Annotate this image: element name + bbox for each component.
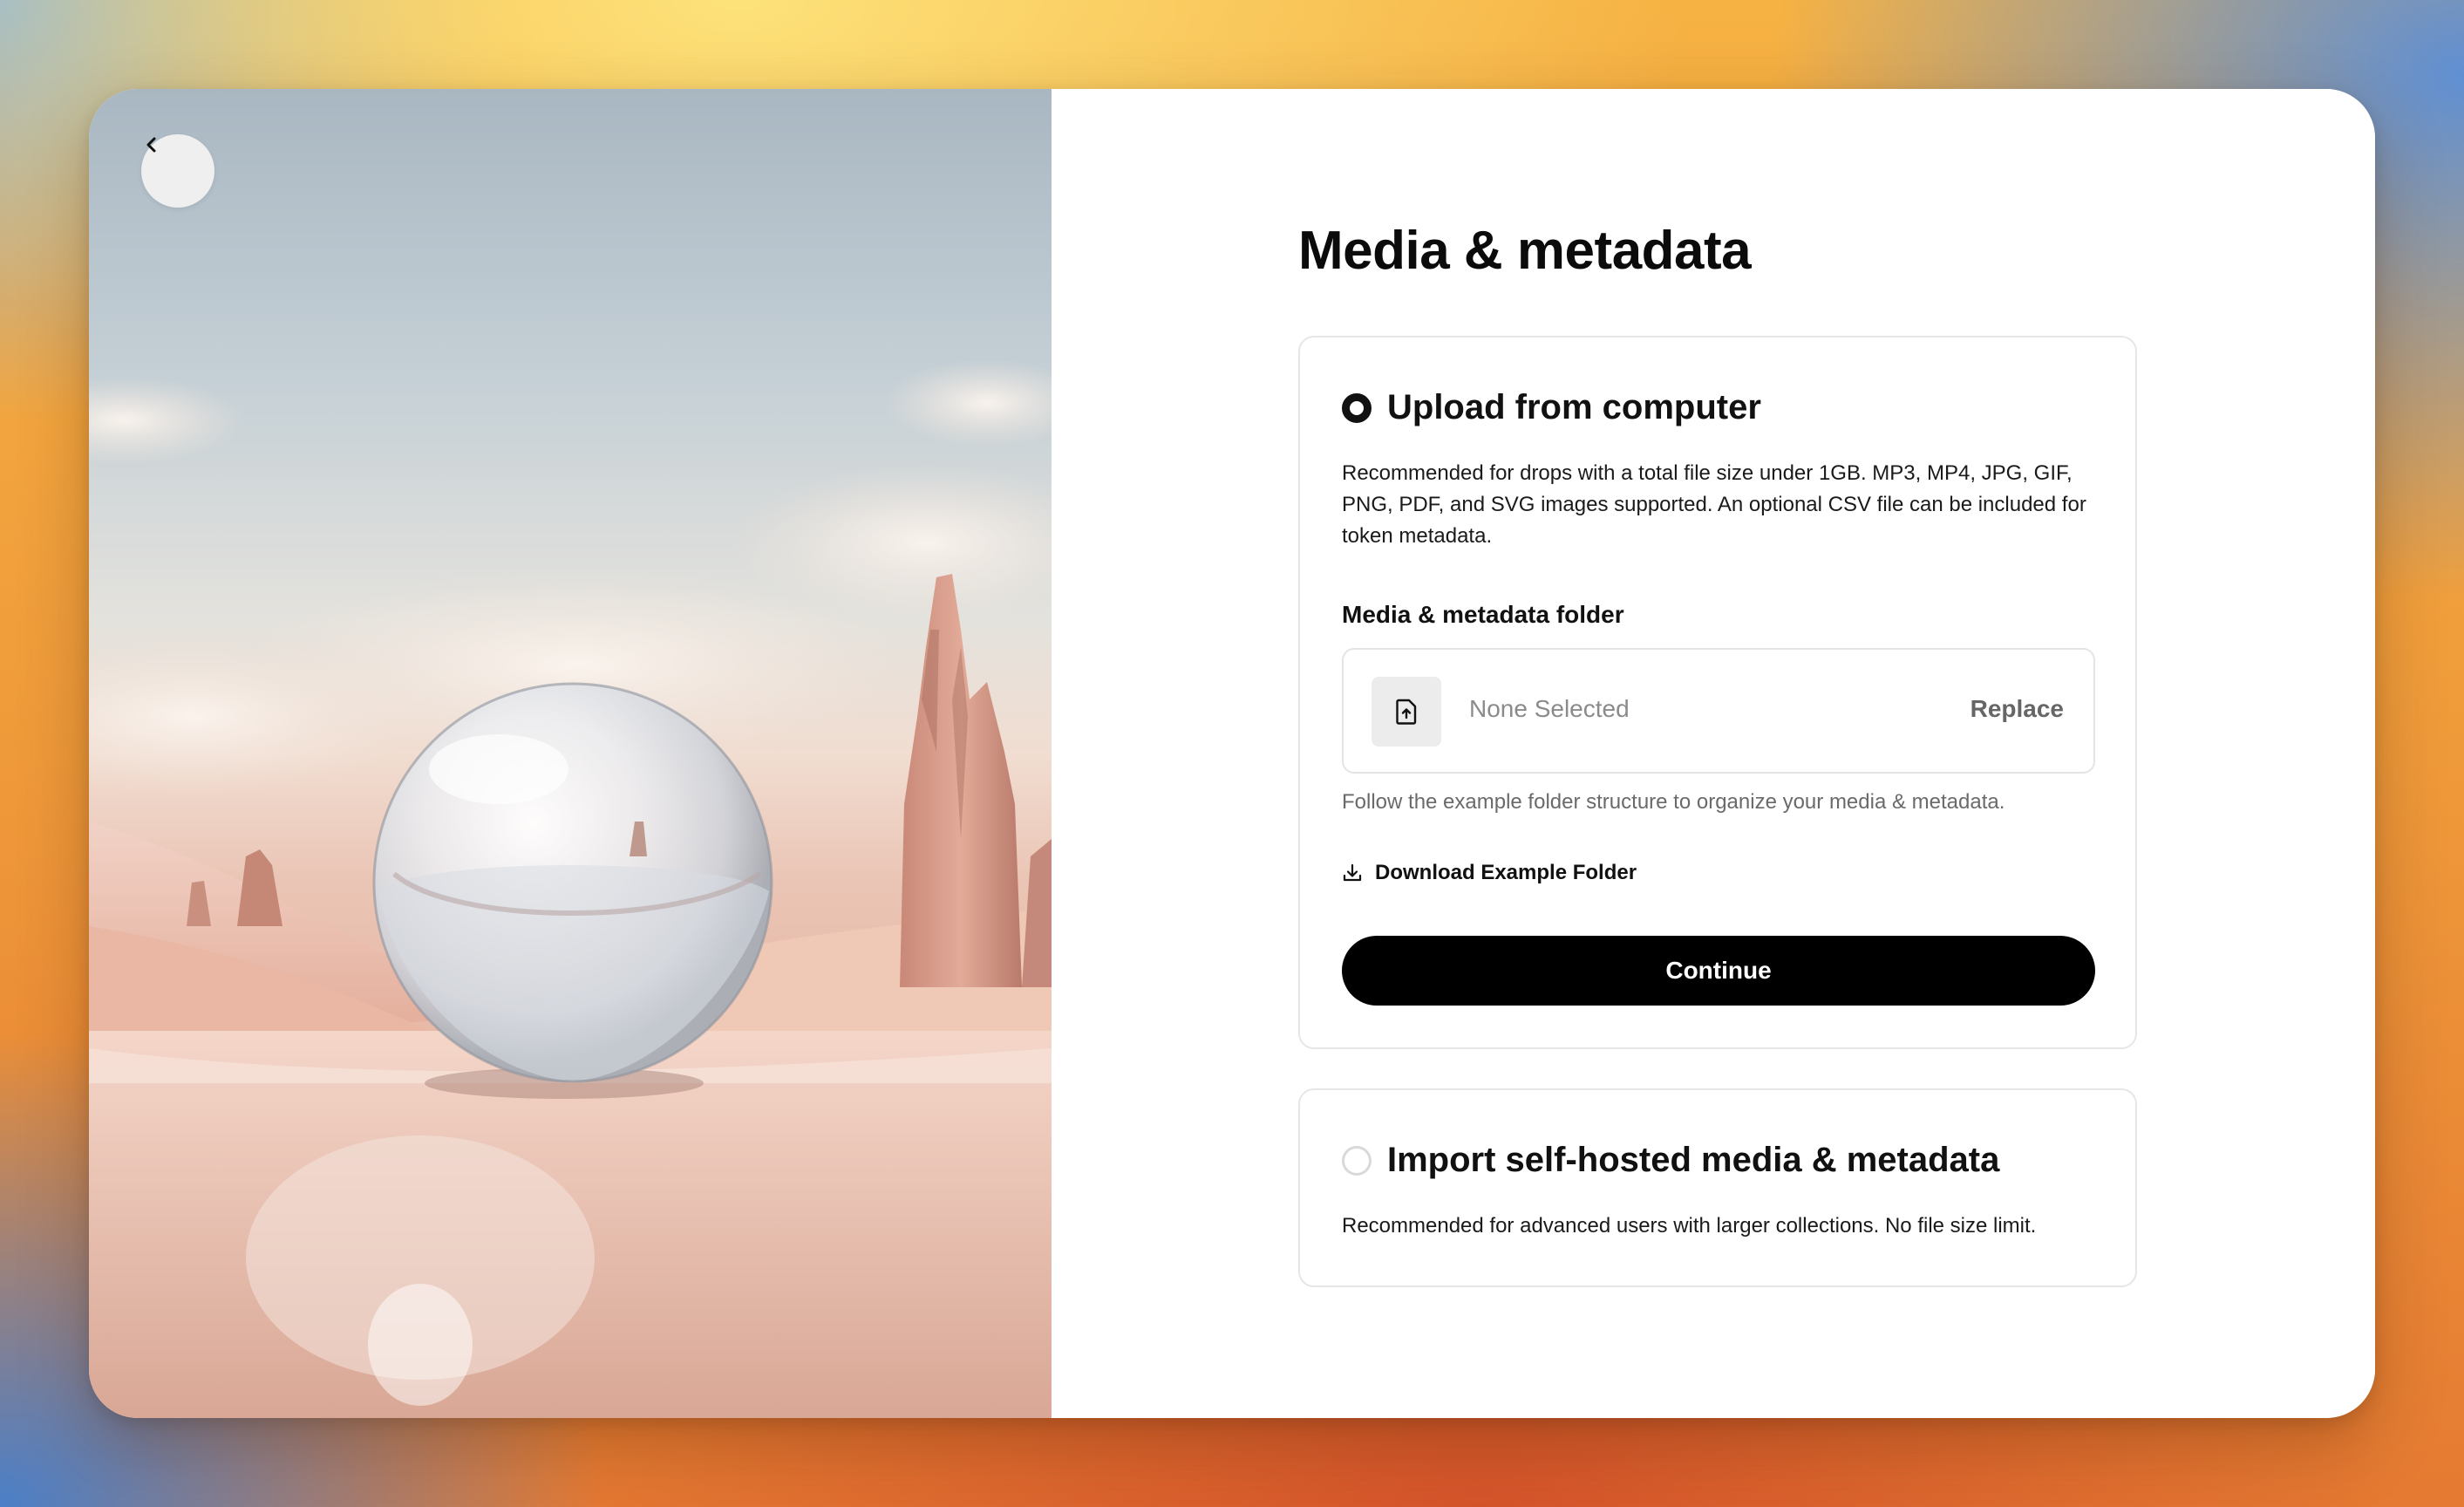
modal-card: Media & metadata Upload from computer Re… xyxy=(89,89,2375,1418)
download-icon xyxy=(1343,863,1362,882)
replace-button[interactable]: Replace xyxy=(1971,695,2064,723)
continue-button[interactable]: Continue xyxy=(1342,936,2095,1006)
chevron-left-icon xyxy=(146,137,156,153)
upload-option-radio[interactable] xyxy=(1342,392,1372,423)
import-option-description: Recommended for advanced users with larg… xyxy=(1342,1214,2037,1238)
upload-option-label: Upload from computer xyxy=(1387,388,1761,426)
import-option-radio-row[interactable]: Import self-hosted media & metadata xyxy=(1342,1141,1999,1180)
form-pane: Media & metadata Upload from computer Re… xyxy=(1052,89,2375,1418)
folder-picker-value: None Selected xyxy=(1469,695,1630,722)
back-button[interactable] xyxy=(141,134,214,208)
upload-option-panel[interactable]: Upload from computer Recommended for dro… xyxy=(1298,336,2137,1049)
folder-picker[interactable]: None Selected Replace xyxy=(1342,648,2095,774)
file-upload-icon xyxy=(1372,677,1441,747)
desert-sphere-image xyxy=(89,359,1052,1418)
import-option-panel[interactable]: Import self-hosted media & metadata Reco… xyxy=(1298,1088,2137,1287)
folder-hint: Follow the example folder structure to o… xyxy=(1342,790,2005,814)
import-option-label: Import self-hosted media & metadata xyxy=(1387,1141,2000,1179)
hero-illustration xyxy=(89,89,1052,1418)
download-example-label: Download Example Folder xyxy=(1375,861,1637,884)
page-title: Media & metadata xyxy=(1298,221,1752,281)
download-example-link[interactable]: Download Example Folder xyxy=(1342,861,1637,885)
folder-field-label: Media & metadata folder xyxy=(1342,601,1624,628)
upload-option-description: Recommended for drops with a total file … xyxy=(1342,461,2086,548)
upload-option-radio-row[interactable]: Upload from computer xyxy=(1342,388,1761,427)
import-option-radio[interactable] xyxy=(1342,1145,1372,1176)
